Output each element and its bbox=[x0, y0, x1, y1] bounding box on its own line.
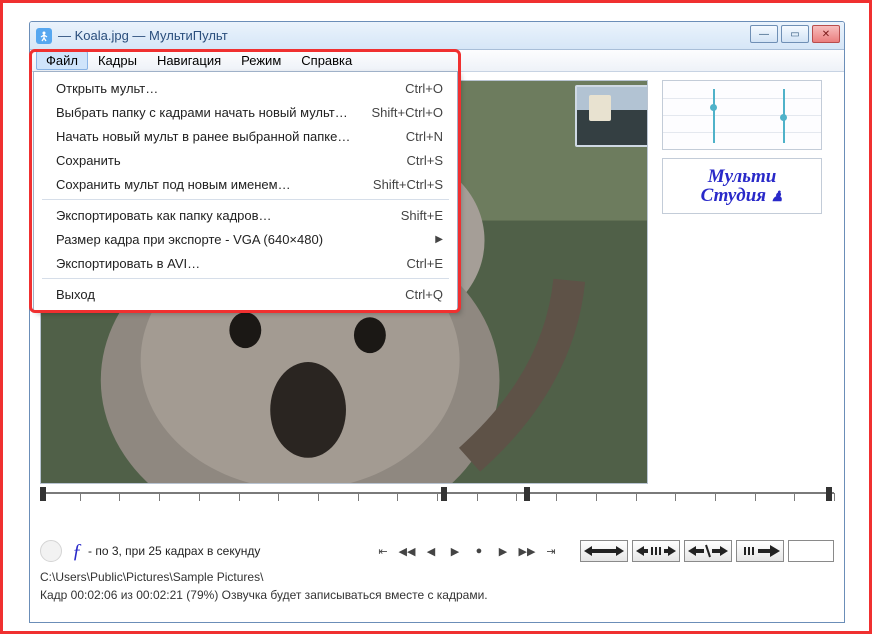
mi-open[interactable]: Открыть мульт…Ctrl+O bbox=[34, 76, 457, 100]
mi-choose-folder[interactable]: Выбрать папку с кадрами начать новый мул… bbox=[34, 100, 457, 124]
mi-export-size[interactable]: Размер кадра при экспорте - VGA (640×480… bbox=[34, 227, 457, 251]
mi-export-avi[interactable]: Экспортировать в AVI…Ctrl+E bbox=[34, 251, 457, 275]
menu-separator-1 bbox=[42, 199, 449, 200]
maximize-button[interactable]: ▭ bbox=[781, 25, 809, 43]
arrow-mode-4[interactable] bbox=[736, 540, 784, 562]
timeline-marker-end[interactable] bbox=[826, 487, 832, 501]
playback-info: - по 3, при 25 кадрах в секунду bbox=[88, 544, 368, 558]
step-fwd-button[interactable]: ▶▶ bbox=[518, 543, 536, 559]
go-end-button[interactable]: ⇥ bbox=[542, 543, 560, 559]
arrow-mode-2[interactable] bbox=[632, 540, 680, 562]
playback-bar: ƒ - по 3, при 25 кадрах в секунду ⇤ ◀◀ ◀… bbox=[40, 534, 834, 568]
graph-pane[interactable] bbox=[662, 80, 822, 150]
mi-export-folder[interactable]: Экспортировать как папку кадров…Shift+E bbox=[34, 203, 457, 227]
close-button[interactable]: ✕ bbox=[812, 25, 840, 43]
mi-exit[interactable]: ВыходCtrl+Q bbox=[34, 282, 457, 306]
arrow-mode-1[interactable] bbox=[580, 540, 628, 562]
menubar: Файл Кадры Навигация Режим Справка bbox=[30, 50, 844, 72]
menu-separator-2 bbox=[42, 278, 449, 279]
titlebar[interactable]: — Koala.jpg — МультиПульт — ▭ ✕ bbox=[30, 22, 844, 50]
timeline-marker-current[interactable] bbox=[524, 487, 530, 501]
empty-slot[interactable] bbox=[788, 540, 834, 562]
logo-figure-icon: ♟ bbox=[771, 190, 784, 205]
timeline-marker-mid[interactable] bbox=[441, 487, 447, 501]
window-title: — Koala.jpg — МультиПульт bbox=[58, 28, 228, 43]
arrow-button-group bbox=[580, 540, 784, 562]
menu-help[interactable]: Справка bbox=[291, 51, 362, 70]
annotation-outer-border: — Koala.jpg — МультиПульт — ▭ ✕ Файл Кад… bbox=[0, 0, 872, 634]
transport-controls: ⇤ ◀◀ ◀ ▶ ● ▶ ▶▶ ⇥ bbox=[374, 543, 560, 559]
prev-frame-button[interactable]: ◀ bbox=[422, 543, 440, 559]
minimize-button[interactable]: — bbox=[750, 25, 778, 43]
menu-nav[interactable]: Навигация bbox=[147, 51, 231, 70]
play-button[interactable]: ▶ bbox=[446, 543, 464, 559]
path-line: C:\Users\Public\Pictures\Sample Pictures… bbox=[40, 570, 834, 588]
menu-frames[interactable]: Кадры bbox=[88, 51, 147, 70]
timeline-marker-start[interactable] bbox=[40, 487, 46, 501]
logo-pane[interactable]: Мульти Студия ♟ bbox=[662, 158, 822, 214]
mi-save-as[interactable]: Сохранить мульт под новым именем…Shift+C… bbox=[34, 172, 457, 196]
go-start-button[interactable]: ⇤ bbox=[374, 543, 392, 559]
mi-new-in-folder[interactable]: Начать новый мульт в ранее выбранной пап… bbox=[34, 124, 457, 148]
logo-text: Мульти Студия ♟ bbox=[701, 167, 784, 205]
mi-save[interactable]: СохранитьCtrl+S bbox=[34, 148, 457, 172]
menu-mode[interactable]: Режим bbox=[231, 51, 291, 70]
menu-file[interactable]: Файл bbox=[36, 51, 88, 70]
thumbnail-overlay[interactable] bbox=[575, 85, 648, 147]
arrow-mode-3[interactable] bbox=[684, 540, 732, 562]
app-icon bbox=[36, 28, 52, 44]
submenu-arrow-icon: ▶ bbox=[435, 234, 443, 245]
timeline[interactable] bbox=[40, 492, 834, 530]
record-indicator[interactable] bbox=[40, 540, 62, 562]
clip-glyph-icon: ƒ bbox=[72, 540, 82, 563]
file-dropdown-menu: Открыть мульт…Ctrl+O Выбрать папку с кад… bbox=[33, 71, 458, 311]
record-button[interactable]: ● bbox=[470, 543, 488, 559]
next-frame-button[interactable]: ▶ bbox=[494, 543, 512, 559]
status-line: Кадр 00:02:06 из 00:02:21 (79%) Озвучка … bbox=[40, 588, 834, 606]
step-back-button[interactable]: ◀◀ bbox=[398, 543, 416, 559]
